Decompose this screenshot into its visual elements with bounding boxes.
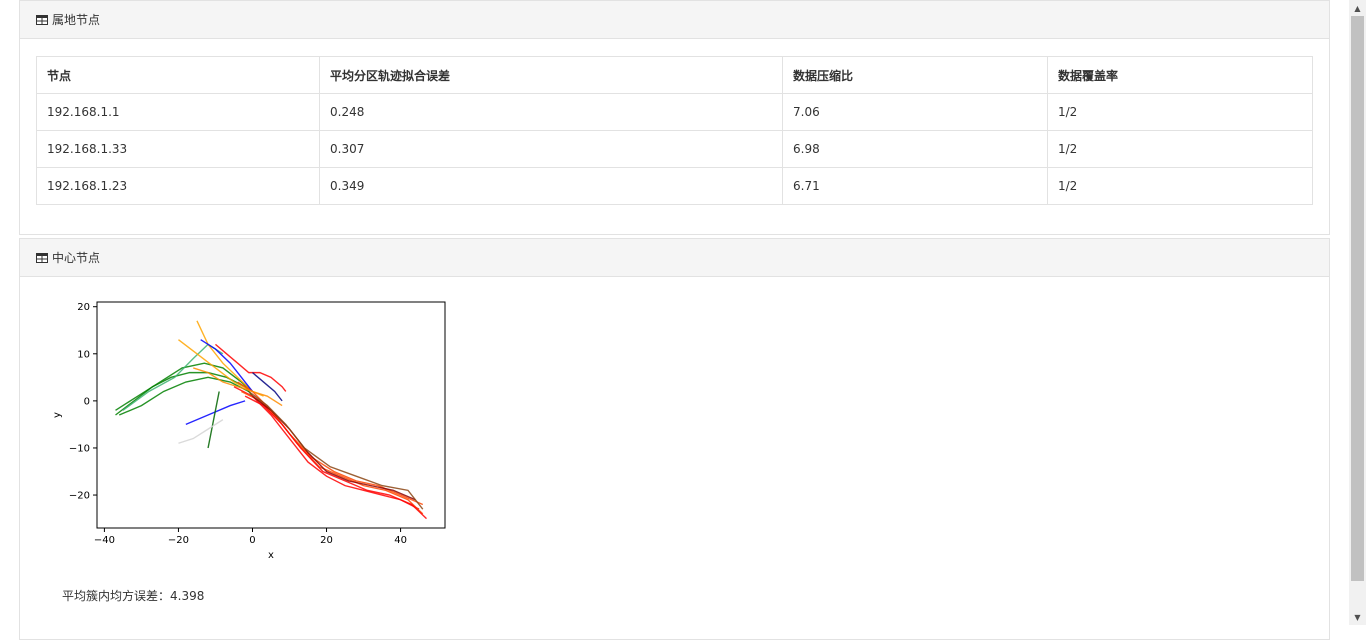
y-tick-label: 20 (77, 302, 90, 313)
cell-coverage: 1/2 (1047, 130, 1313, 168)
cell-compression: 6.71 (782, 167, 1048, 205)
column-header-fit-error: 平均分区轨迹拟合误差 (319, 56, 783, 94)
cell-coverage: 1/2 (1047, 167, 1313, 205)
cell-compression: 7.06 (782, 93, 1048, 131)
table-row: 192.168.1.33 0.307 6.98 1/2 (36, 130, 1313, 168)
cell-coverage: 1/2 (1047, 93, 1313, 131)
table-row: 192.168.1.1 0.248 7.06 1/2 (36, 93, 1313, 131)
cell-fit-error: 0.307 (319, 130, 783, 168)
x-tick-label: −20 (168, 535, 189, 546)
y-tick-label: 10 (77, 349, 90, 360)
node-table: 节点 平均分区轨迹拟合误差 数据压缩比 数据覆盖率 192.168.1.1 0.… (36, 56, 1313, 205)
x-tick-label: 20 (320, 535, 333, 546)
trajectory-line-18 (178, 419, 224, 444)
trajectory-line-17 (207, 391, 220, 449)
y-axis-label: y (52, 412, 63, 418)
trajectory-line-1 (115, 362, 253, 411)
panel-heading-center-node: 中心节点 (20, 239, 1329, 277)
mean-cluster-mse: 平均簇内均方误差：4.398 (62, 589, 205, 603)
panel-title: 属地节点 (52, 13, 101, 27)
panel-local-nodes: 属地节点 节点 平均分区轨迹拟合误差 数据压缩比 数据覆盖率 192.168.1… (19, 0, 1330, 235)
cell-node: 192.168.1.1 (36, 93, 320, 131)
chart-series-group (115, 320, 427, 520)
table-header-row: 节点 平均分区轨迹拟合误差 数据压缩比 数据覆盖率 (36, 56, 1313, 94)
chart-axes: −40 −20 0 20 40 20 10 0 −10 −20 (69, 302, 407, 546)
x-tick-label: 0 (249, 535, 255, 546)
cell-fit-error: 0.248 (319, 93, 783, 131)
y-tick-label: −10 (69, 443, 90, 454)
panel-title: 中心节点 (52, 251, 101, 265)
column-header-compression: 数据压缩比 (782, 56, 1048, 94)
x-axis-label: x (268, 550, 274, 561)
trajectory-chart: −40 −20 0 20 40 20 10 0 −10 −20 x y (52, 301, 446, 561)
trajectory-line-0 (115, 371, 254, 416)
trajectory-line-9 (237, 381, 424, 506)
table-icon (36, 252, 48, 263)
column-header-coverage: 数据覆盖率 (1047, 56, 1313, 94)
x-tick-label: 40 (394, 535, 407, 546)
trajectory-line-14 (215, 343, 287, 392)
scroll-up-icon[interactable]: ▲ (1349, 0, 1366, 16)
trajectory-line-11 (244, 395, 427, 520)
y-tick-label: −20 (69, 491, 90, 502)
cell-node: 192.168.1.33 (36, 130, 320, 168)
cell-compression: 6.98 (782, 130, 1048, 168)
table-row: 192.168.1.23 0.349 6.71 1/2 (36, 167, 1313, 205)
vertical-scrollbar[interactable]: ▲ ▼ (1349, 0, 1366, 625)
column-header-node: 节点 (36, 56, 320, 94)
cell-node: 192.168.1.23 (36, 167, 320, 205)
trajectory-line-12 (252, 395, 416, 501)
scroll-down-icon[interactable]: ▼ (1349, 609, 1366, 625)
y-tick-label: 0 (84, 396, 90, 407)
scrollbar-thumb[interactable] (1351, 16, 1364, 581)
panel-heading-local-nodes: 属地节点 (20, 1, 1329, 39)
x-tick-label: −40 (94, 535, 115, 546)
table-icon (36, 14, 48, 25)
cell-fit-error: 0.349 (319, 167, 783, 205)
